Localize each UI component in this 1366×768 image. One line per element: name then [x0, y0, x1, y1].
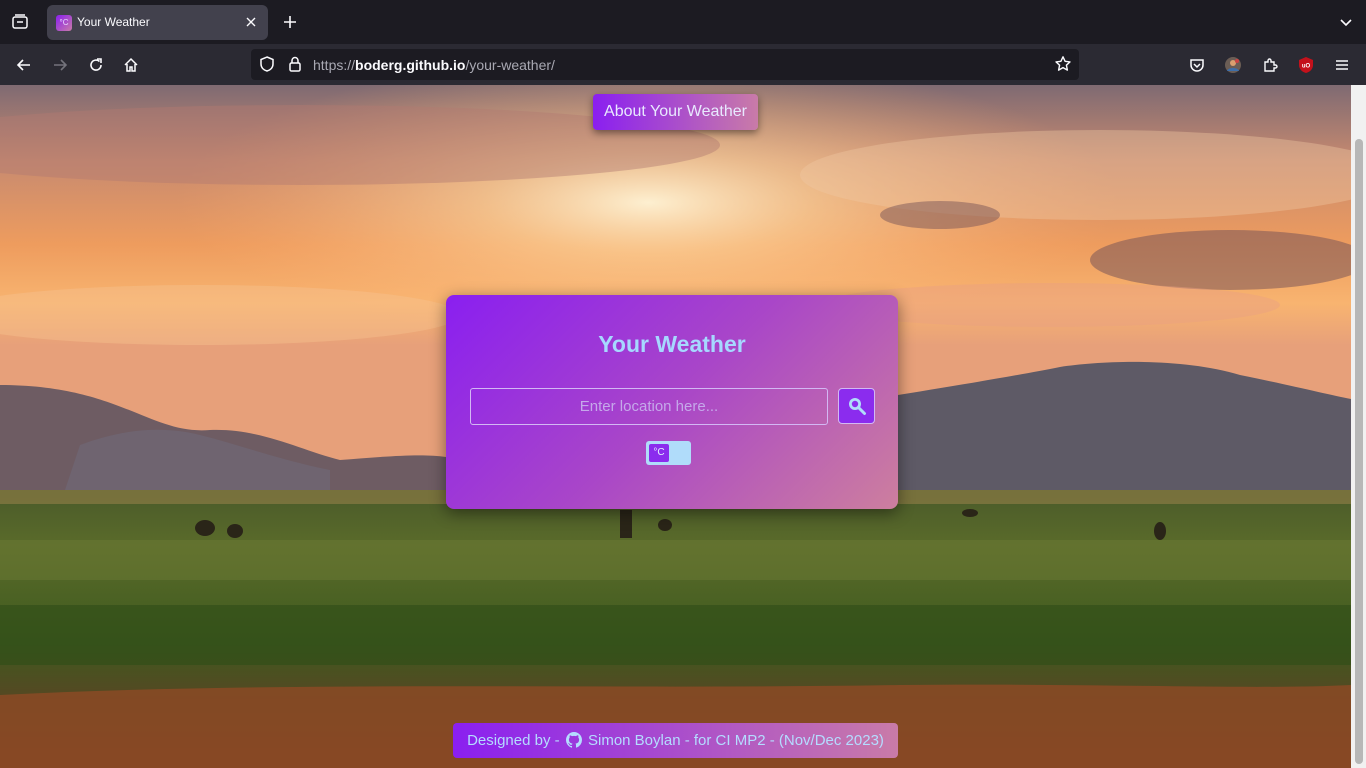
tab-title: Your Weather [77, 15, 150, 29]
new-tab-icon[interactable] [278, 10, 302, 34]
scrollbar-thumb[interactable] [1355, 139, 1363, 764]
navigation-bar: https://boderg.github.io/your-weather/ u… [0, 44, 1366, 85]
tab-overflow-icon[interactable] [1334, 10, 1358, 34]
browser-tab[interactable]: °C Your Weather [47, 5, 268, 40]
footer-credit: Designed by - Simon Boylan - for CI MP2 … [453, 723, 898, 758]
footer-prefix: Designed by - [467, 732, 560, 749]
extensions-icon[interactable] [1257, 52, 1283, 78]
url-text[interactable]: https://boderg.github.io/your-weather/ [313, 57, 555, 73]
ublock-icon[interactable]: uO [1293, 52, 1319, 78]
url-bar[interactable]: https://boderg.github.io/your-weather/ [251, 49, 1079, 80]
svg-text:uO: uO [1302, 64, 1311, 70]
menu-icon[interactable] [1329, 52, 1355, 78]
location-search-input[interactable] [470, 388, 828, 425]
url-path: /your-weather/ [465, 57, 555, 73]
profile-avatar-icon[interactable] [1220, 52, 1246, 78]
about-button[interactable]: About Your Weather [593, 94, 758, 130]
favicon: °C [56, 15, 72, 31]
search-button[interactable] [838, 388, 875, 424]
close-tab-icon[interactable] [242, 13, 260, 31]
url-host: boderg.github.io [355, 57, 466, 73]
footer-author[interactable]: Simon Boylan - for CI MP2 - (Nov/Dec 202… [588, 732, 884, 749]
bookmark-star-icon[interactable] [1054, 55, 1072, 73]
forward-icon[interactable] [47, 52, 73, 78]
back-icon[interactable] [11, 52, 37, 78]
card-title: Your Weather [598, 331, 746, 357]
lock-icon[interactable] [286, 55, 304, 73]
page-scrollbar[interactable] [1351, 85, 1366, 768]
pocket-icon[interactable] [1184, 52, 1210, 78]
page-viewport: About Your Weather Your Weather °C Desig… [0, 85, 1366, 768]
home-icon[interactable] [118, 52, 144, 78]
url-scheme: https:// [313, 57, 356, 73]
weather-search-card: Your Weather °C [446, 295, 898, 509]
unit-toggle[interactable]: °C [646, 441, 691, 465]
reload-icon[interactable] [83, 52, 109, 78]
list-all-tabs-icon[interactable] [8, 10, 32, 34]
unit-toggle-label: °C [649, 444, 669, 462]
tracking-shield-icon[interactable] [258, 55, 276, 73]
tab-bar: °C Your Weather [0, 0, 1366, 44]
github-icon[interactable] [565, 732, 582, 748]
search-magnifier-icon [848, 398, 866, 415]
